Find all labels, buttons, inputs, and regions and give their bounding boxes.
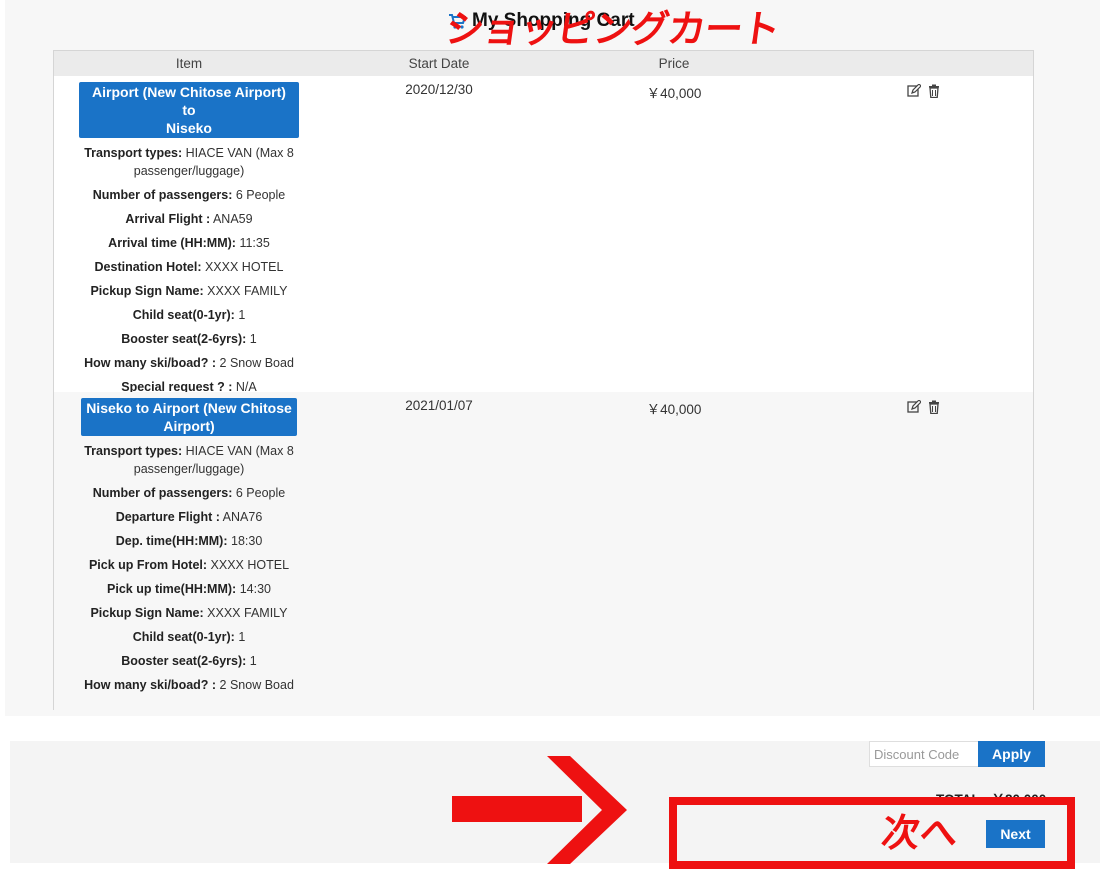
- detail-booster-seat: Booster seat(2-6yrs): 1: [121, 332, 257, 346]
- column-header-item: Item: [175, 56, 203, 71]
- apply-discount-button[interactable]: Apply: [978, 741, 1045, 767]
- price-cell: ￥40,000: [646, 402, 702, 417]
- detail-pickup-sign: Pickup Sign Name: XXXX FAMILY: [90, 284, 288, 298]
- table-row: Airport (New Chitose Airport) to Niseko …: [54, 76, 1033, 394]
- red-arrow-icon: [452, 756, 627, 864]
- detail-child-seat: Child seat(0-1yr): 1: [132, 630, 246, 644]
- item-title-line: Niseko: [166, 120, 212, 136]
- edit-icon[interactable]: [906, 84, 921, 98]
- detail-ski-board: How many ski/boad? : 2 Snow Boad: [84, 678, 294, 692]
- item-title-link[interactable]: Niseko to Airport (New Chitose Airport): [81, 398, 297, 436]
- start-date-cell: 2020/12/30: [405, 82, 473, 97]
- edit-icon[interactable]: [906, 400, 921, 414]
- table-row: Niseko to Airport (New Chitose Airport) …: [54, 392, 1033, 710]
- item-title-line: Airport (New Chitose Airport) to: [92, 84, 286, 118]
- detail-pickup-time: Pick up time(HH:MM): 14:30: [107, 582, 271, 596]
- detail-arrival-time: Arrival time (HH:MM): 11:35: [108, 236, 270, 250]
- detail-destination-hotel: Destination Hotel: XXXX HOTEL: [94, 260, 284, 274]
- detail-passengers: Number of passengers: 6 People: [92, 188, 286, 202]
- discount-code-input[interactable]: [869, 741, 979, 767]
- column-header-start-date: Start Date: [408, 56, 470, 71]
- item-cell: Airport (New Chitose Airport) to Niseko …: [54, 76, 324, 394]
- detail-arrival-flight: Arrival Flight : ANA59: [125, 212, 253, 226]
- annotation-cart-jp: ショッピングカート: [442, 7, 783, 51]
- table-header: Item Start Date Price: [54, 51, 1033, 76]
- detail-transport: Transport types: HIACE VAN (Max 8 passen…: [84, 146, 294, 178]
- annotation-next-jp: 次へ: [878, 811, 962, 855]
- column-header-price: Price: [658, 56, 690, 71]
- detail-departure-flight: Departure Flight : ANA76: [115, 510, 263, 524]
- item-cell: Niseko to Airport (New Chitose Airport) …: [54, 392, 324, 710]
- item-title-line: Niseko to Airport (New Chitose: [86, 400, 292, 416]
- trash-icon[interactable]: [927, 400, 941, 414]
- detail-pickup-sign: Pickup Sign Name: XXXX FAMILY: [90, 606, 288, 620]
- cart-table: Item Start Date Price Airport (New Chito…: [53, 50, 1034, 710]
- detail-departure-time: Dep. time(HH:MM): 18:30: [115, 534, 263, 548]
- actions-cell: [794, 76, 1033, 392]
- detail-passengers: Number of passengers: 6 People: [92, 486, 286, 500]
- price-cell: ￥40,000: [646, 86, 702, 101]
- item-title-line: Airport): [163, 418, 215, 434]
- detail-ski-board: How many ski/boad? : 2 Snow Boad: [84, 356, 294, 370]
- next-button[interactable]: Next: [986, 820, 1045, 848]
- detail-pickup-hotel: Pick up From Hotel: XXXX HOTEL: [88, 558, 290, 572]
- trash-icon[interactable]: [927, 84, 941, 98]
- detail-transport: Transport types: HIACE VAN (Max 8 passen…: [84, 444, 294, 476]
- start-date-cell: 2021/01/07: [405, 398, 473, 413]
- actions-cell: [794, 392, 1033, 710]
- detail-child-seat: Child seat(0-1yr): 1: [132, 308, 246, 322]
- detail-booster-seat: Booster seat(2-6yrs): 1: [121, 654, 257, 668]
- item-title-link[interactable]: Airport (New Chitose Airport) to Niseko: [79, 82, 299, 138]
